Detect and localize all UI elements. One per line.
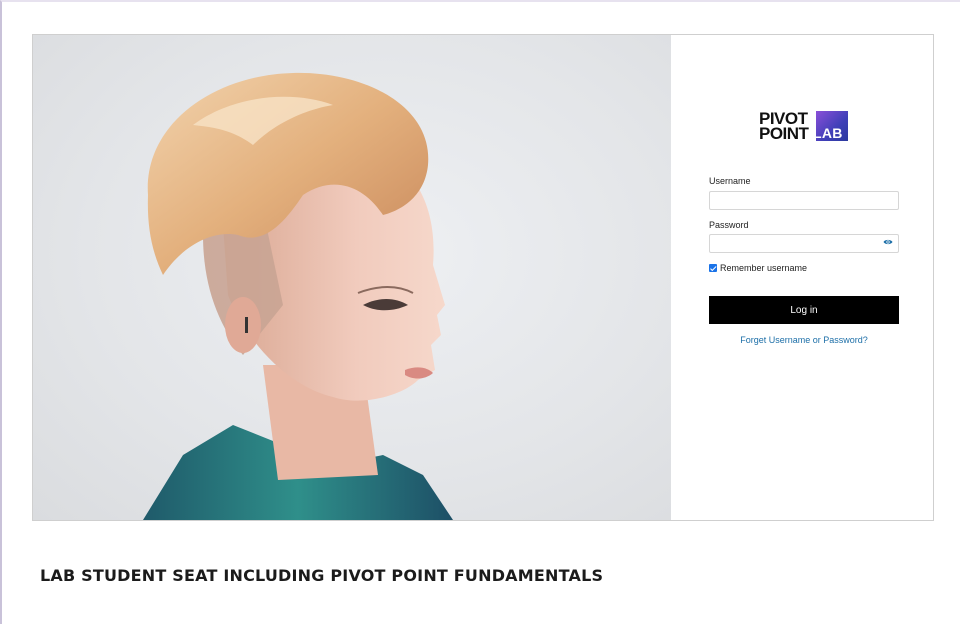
- pivot-point-lab-logo: PIVOT POINT LAB: [759, 110, 851, 145]
- product-caption: LAB STUDENT SEAT INCLUDING PIVOT POINT F…: [40, 566, 604, 585]
- model-portrait-illustration: [143, 72, 453, 520]
- checkbox-checked-icon[interactable]: [709, 264, 717, 272]
- eye-icon[interactable]: [883, 237, 893, 247]
- hero-image: [33, 35, 671, 520]
- login-panel: PIVOT POINT LAB Username Password Rememb…: [671, 35, 933, 520]
- password-label: Password: [709, 220, 749, 230]
- login-button[interactable]: Log in: [709, 296, 899, 324]
- username-label: Username: [709, 176, 751, 186]
- login-screenshot: PIVOT POINT LAB Username Password Rememb…: [32, 34, 934, 521]
- password-input[interactable]: [709, 234, 899, 253]
- ear-shape: [225, 297, 261, 353]
- remember-username-label: Remember username: [720, 263, 808, 273]
- username-input[interactable]: [709, 191, 899, 210]
- earring-shape: [245, 317, 248, 333]
- remember-username-row[interactable]: Remember username: [709, 262, 807, 274]
- logo-badge-text: LAB: [813, 125, 843, 141]
- logo-line-2: POINT: [759, 124, 809, 143]
- forgot-credentials-link[interactable]: Forget Username or Password?: [709, 335, 899, 345]
